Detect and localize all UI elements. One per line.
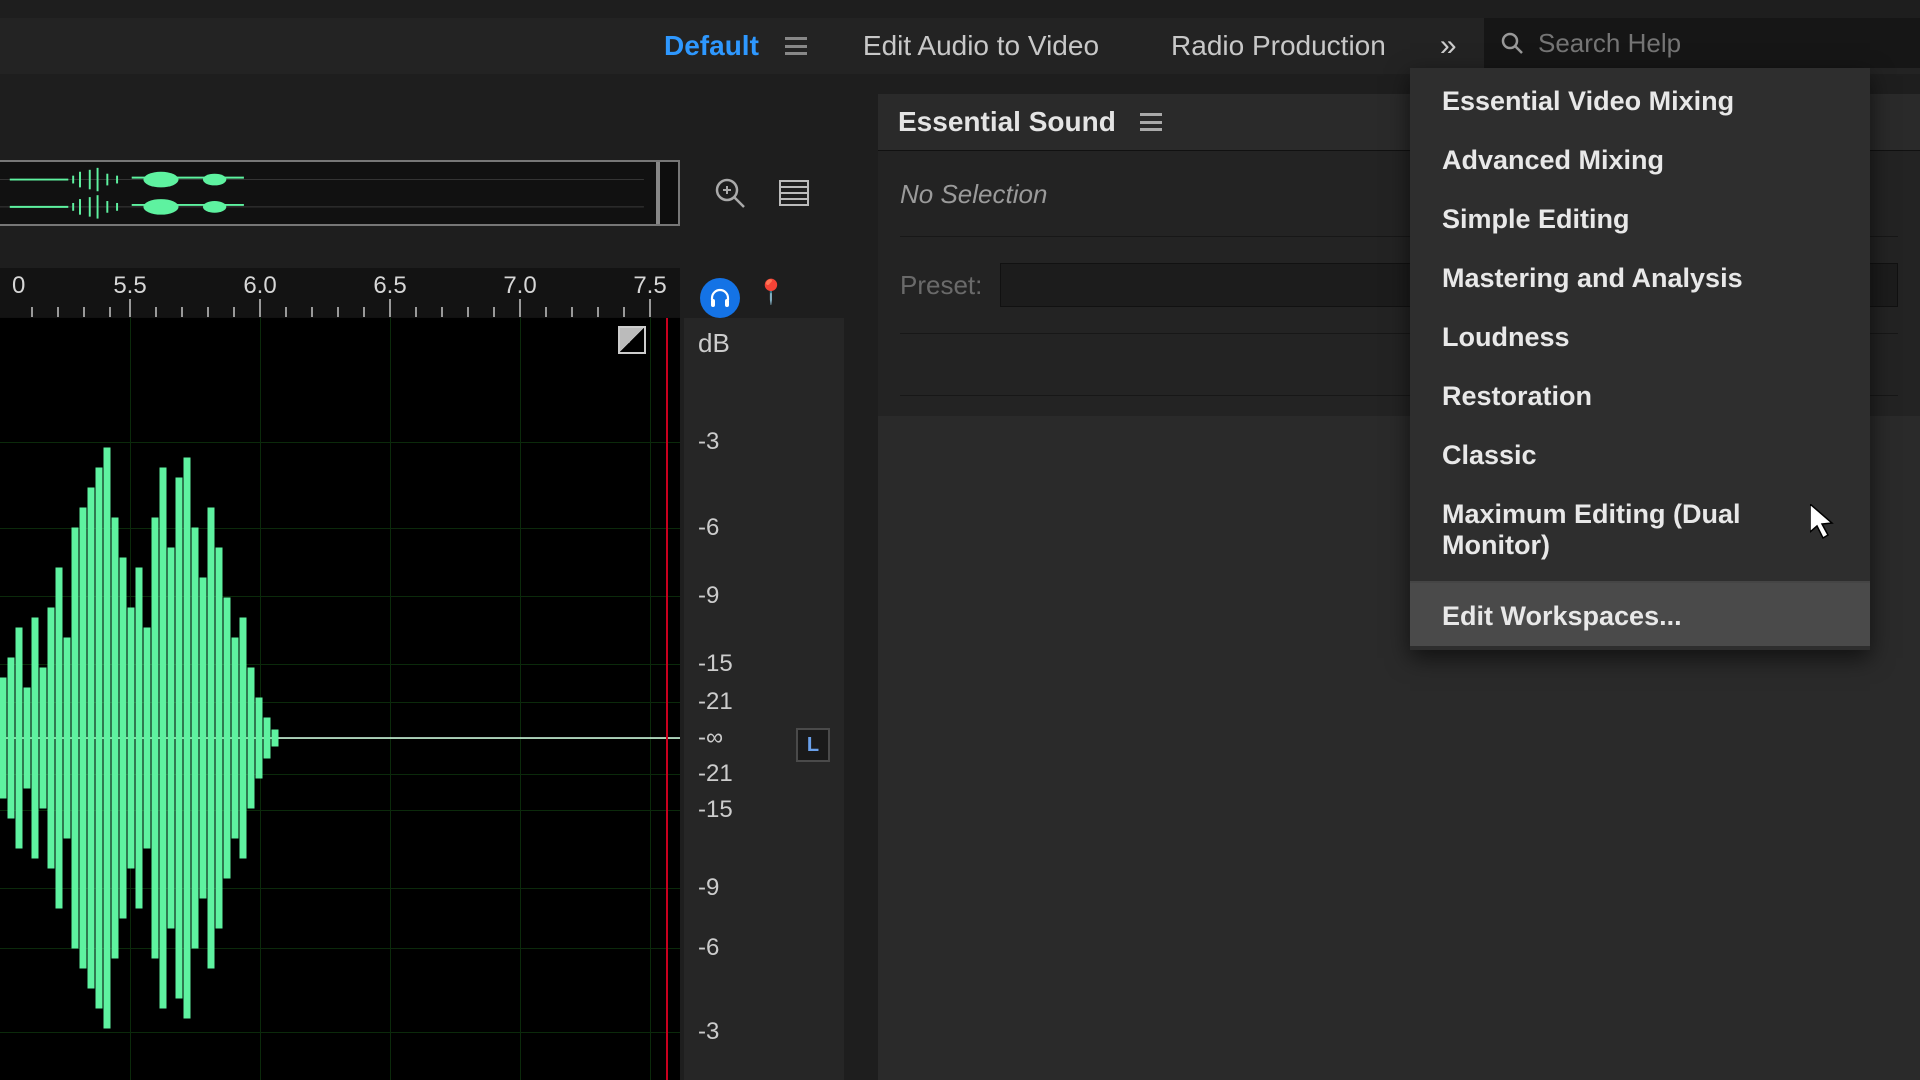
- workspace-tab-edit-audio-to-video[interactable]: Edit Audio to Video: [827, 20, 1135, 72]
- menu-item-essential-video-mixing[interactable]: Essential Video Mixing: [1410, 72, 1870, 131]
- selection-handle-icon[interactable]: [618, 326, 646, 354]
- pin-icon[interactable]: 📍: [756, 278, 786, 307]
- panel-menu-icon[interactable]: [1140, 113, 1162, 131]
- db-tick-label: -15: [698, 650, 733, 678]
- menu-item-advanced-mixing[interactable]: Advanced Mixing: [1410, 131, 1870, 190]
- zoom-tool-icon[interactable]: [708, 174, 752, 212]
- search-icon: [1500, 31, 1524, 55]
- workspace-tabs: Default Edit Audio to Video Radio Produc…: [628, 20, 1475, 72]
- db-tick-label: -3: [698, 1018, 719, 1046]
- ruler-tick-label: 5.5: [113, 272, 146, 300]
- ruler-tick-label: 6.5: [373, 272, 406, 300]
- menu-item-loudness[interactable]: Loudness: [1410, 308, 1870, 367]
- headphones-icon[interactable]: [700, 278, 740, 318]
- search-help-field[interactable]: [1484, 18, 1920, 68]
- db-tick-label: -15: [698, 796, 733, 824]
- amplitude-axis: dB -3 -6 -9 -15 -21 -∞ -21 -15 -9 -6 -3: [684, 318, 844, 1080]
- workspace-overflow-icon[interactable]: »: [1422, 29, 1475, 63]
- workspace-dropdown-menu: Essential Video Mixing Advanced Mixing S…: [1410, 68, 1870, 650]
- db-tick-label: -∞: [698, 724, 723, 752]
- view-mode-icon[interactable]: [772, 174, 816, 212]
- ruler-tick-label: 6.0: [243, 272, 276, 300]
- time-ruler[interactable]: 0 5.5 6.0 6.5 7.0 7.5: [0, 268, 680, 318]
- menu-item-mastering-and-analysis[interactable]: Mastering and Analysis: [1410, 249, 1870, 308]
- menu-item-maximum-editing[interactable]: Maximum Editing (Dual Monitor): [1410, 485, 1870, 575]
- essential-sound-title: Essential Sound: [898, 106, 1116, 138]
- db-tick-label: -6: [698, 514, 719, 542]
- waveform-editor[interactable]: [0, 318, 680, 1080]
- db-tick-label: -9: [698, 582, 719, 610]
- channel-badge-left[interactable]: L: [796, 728, 830, 762]
- ruler-tick-label: 0: [12, 272, 25, 300]
- db-tick-label: -6: [698, 934, 719, 962]
- db-unit-label: dB: [698, 328, 730, 359]
- search-help-input[interactable]: [1538, 28, 1904, 59]
- preset-label: Preset:: [900, 270, 982, 301]
- db-tick-label: -3: [698, 428, 719, 456]
- menu-item-edit-workspaces[interactable]: Edit Workspaces...: [1410, 581, 1870, 646]
- workspace-tab-radio-production[interactable]: Radio Production: [1135, 20, 1422, 72]
- menu-item-restoration[interactable]: Restoration: [1410, 367, 1870, 426]
- workspace-tab-default[interactable]: Default: [628, 20, 795, 72]
- ruler-tick-label: 7.5: [633, 272, 666, 300]
- navigator-overview[interactable]: [0, 160, 680, 226]
- menu-item-simple-editing[interactable]: Simple Editing: [1410, 190, 1870, 249]
- db-tick-label: -21: [698, 760, 733, 788]
- db-tick-label: -9: [698, 874, 719, 902]
- menu-item-classic[interactable]: Classic: [1410, 426, 1870, 485]
- overview-waveform: [0, 162, 644, 226]
- hamburger-icon[interactable]: [785, 37, 807, 55]
- waveform-graphic: [0, 318, 680, 1080]
- cursor-icon: [1810, 504, 1838, 547]
- ruler-tick-label: 7.0: [503, 272, 536, 300]
- playhead[interactable]: [666, 318, 668, 1080]
- db-tick-label: -21: [698, 688, 733, 716]
